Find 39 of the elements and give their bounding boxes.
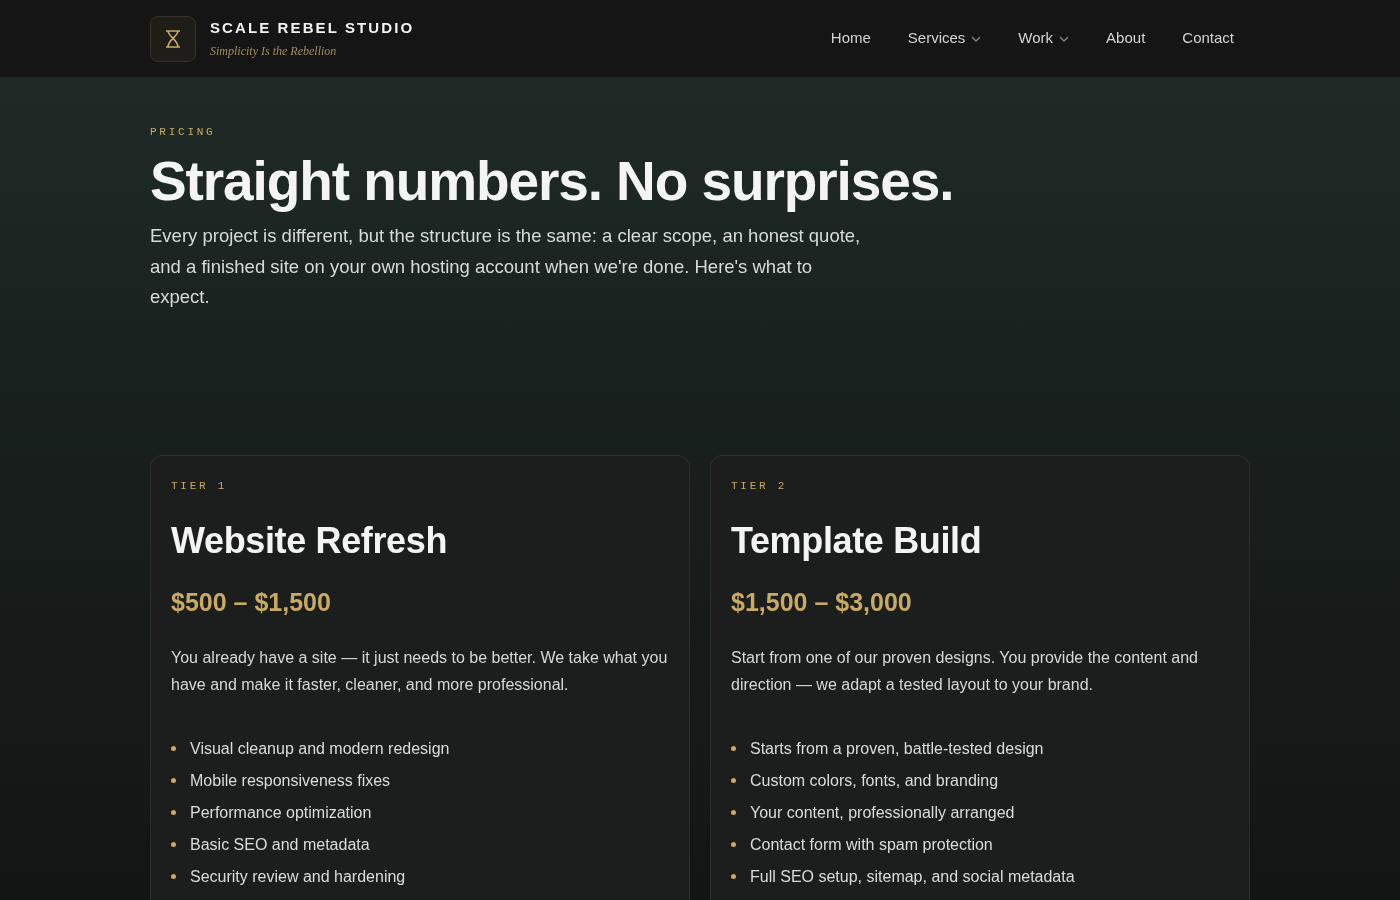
feature-item: Your content, professionally arranged	[750, 802, 1015, 823]
hero-heading: Straight numbers. No surprises.	[150, 150, 955, 211]
nav-link[interactable]: Work	[1018, 27, 1070, 50]
bullet-icon	[731, 778, 736, 783]
nav-link[interactable]: Services	[907, 27, 982, 50]
tier-description: You already have a site — it just needs to be better. We take what you have and make it faster, cleaner, and more professional.	[171, 647, 669, 695]
tier-name: Website Refresh	[171, 519, 449, 563]
tier-name: Template Build	[731, 519, 983, 563]
tier-label: TIER 1	[171, 478, 229, 494]
feature-item: Performance optimization	[190, 802, 372, 823]
nav-link[interactable]: About	[1106, 27, 1146, 50]
brand-name[interactable]: SCALE REBEL STUDIO	[210, 16, 415, 40]
feature-item: Visual cleanup and modern redesign	[190, 738, 450, 759]
feature-item: Full SEO setup, sitemap, and social metadata	[750, 866, 1075, 887]
bullet-icon	[731, 842, 736, 847]
section-eyebrow: PRICING	[150, 125, 217, 140]
bullet-icon	[171, 810, 176, 815]
bullet-icon	[171, 778, 176, 783]
feature-item: Mobile responsiveness fixes	[190, 770, 391, 791]
feature-item: Contact form with spam protection	[750, 834, 993, 855]
hero-text: Every project is different, but the structure is the same: a clear scope, an honest quote, and a finished site on your own hosting account when we're done. Here's what to expect.	[150, 224, 862, 309]
brand-tagline: Simplicity Is the Rebellion	[210, 43, 338, 61]
feature-item: Starts from a proven, battle-tested design	[750, 738, 1044, 759]
nav-link[interactable]: Home	[830, 27, 871, 50]
feature-item: Security review and hardening	[190, 866, 406, 887]
bullet-icon	[171, 842, 176, 847]
bullet-icon	[731, 746, 736, 751]
nav-link[interactable]: Contact	[1182, 27, 1234, 50]
bullet-icon	[171, 874, 176, 879]
price-range: $1,500 – $3,000	[731, 587, 913, 618]
logo-icon[interactable]	[150, 15, 196, 62]
price-range: $500 – $1,500	[171, 587, 332, 618]
tier-label: TIER 2	[731, 478, 789, 494]
feature-item: Basic SEO and metadata	[190, 834, 370, 855]
bullet-icon	[171, 746, 176, 751]
bullet-icon	[731, 810, 736, 815]
bullet-icon	[731, 874, 736, 879]
tier-description: Start from one of our proven designs. You provide the content and direction — we adapt a tested layout to your brand.	[731, 647, 1199, 695]
feature-item: Custom colors, fonts, and branding	[750, 770, 999, 791]
